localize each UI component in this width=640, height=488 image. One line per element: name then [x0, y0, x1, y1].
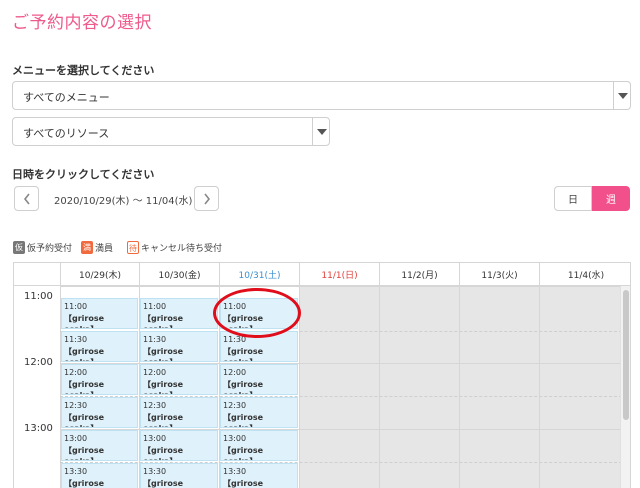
menu-select-value: すべてのメニュー	[23, 91, 110, 104]
chevron-down-icon	[613, 82, 630, 109]
page-title: ご予約内容の選択	[12, 13, 152, 33]
waitlist-badge: 待	[127, 240, 139, 254]
hour-label: 11:00	[24, 291, 53, 302]
time-slot[interactable]: 11:00【grirose osaka】	[61, 298, 138, 329]
tentative-badge: 仮	[13, 240, 25, 254]
time-slot[interactable]: 12:30【grirose osaka】	[61, 397, 138, 428]
day-column-1102	[379, 286, 459, 488]
day-view-toggle[interactable]: 日	[554, 186, 592, 211]
time-slot[interactable]: 12:30【grirose osaka】	[220, 397, 298, 428]
time-slot[interactable]: 13:00【grirose osaka】	[61, 430, 138, 461]
time-slot[interactable]: 13:30【grirose osaka】	[61, 463, 138, 488]
day-header: 11/3(火)	[459, 263, 539, 285]
chevron-down-icon	[312, 118, 329, 145]
hour-line	[60, 286, 630, 287]
chevron-right-icon	[203, 193, 210, 204]
day-header: 10/31(土)	[219, 263, 299, 285]
header-divider	[14, 285, 630, 286]
day-header: 10/29(木)	[60, 263, 139, 285]
prev-week-button[interactable]	[14, 186, 39, 211]
time-slot[interactable]: 13:30【grirose osaka】	[140, 463, 218, 488]
date-section-label: 日時をクリックしてください	[12, 168, 155, 181]
day-header: 10/30(金)	[139, 263, 219, 285]
resource-select-value: すべてのリソース	[23, 127, 110, 140]
day-header: 11/4(水)	[539, 263, 630, 285]
time-slot[interactable]: 13:00【grirose osaka】	[140, 430, 218, 461]
header-corner	[14, 263, 60, 285]
week-view-toggle[interactable]: 週	[592, 186, 630, 211]
next-week-button[interactable]	[194, 186, 219, 211]
menu-select[interactable]: すべてのメニュー	[12, 81, 631, 110]
legend-item-waitlist: 待 キャンセル待ち受付	[127, 240, 222, 254]
time-slot[interactable]: 12:00【grirose osaka】	[61, 364, 138, 395]
time-slot[interactable]: 12:30【grirose osaka】	[140, 397, 218, 428]
day-column-1104	[539, 286, 622, 488]
time-slot[interactable]: 12:00【grirose osaka】	[220, 364, 298, 395]
scroll-thumb[interactable]	[623, 290, 629, 420]
time-slot[interactable]: 12:00【grirose osaka】	[140, 364, 218, 395]
legend-item-full: 満 満員	[81, 240, 113, 254]
date-range: 2020/10/29(木) ～ 11/04(水)	[54, 196, 193, 207]
time-slot[interactable]: 13:30【grirose osaka】	[220, 463, 298, 488]
day-header: 11/1(日)	[299, 263, 379, 285]
legend-label: キャンセル待ち受付	[141, 243, 223, 254]
hour-label: 13:00	[24, 423, 53, 434]
day-column-1101	[299, 286, 379, 488]
time-column: 11:00 12:00 13:00	[14, 286, 60, 488]
hour-label: 12:00	[24, 357, 53, 368]
legend-item-tentative: 仮 仮予約受付	[13, 240, 72, 254]
time-slot[interactable]: 13:00【grirose osaka】	[220, 430, 298, 461]
chevron-left-icon	[23, 193, 30, 204]
calendar-scrollbar[interactable]	[620, 286, 630, 488]
resource-select[interactable]: すべてのリソース	[12, 117, 330, 146]
day-column-1103	[459, 286, 539, 488]
highlight-circle	[213, 288, 301, 338]
time-slot[interactable]: 11:30【grirose osaka】	[61, 331, 138, 362]
legend-label: 仮予約受付	[27, 243, 73, 254]
legend-label: 満員	[95, 243, 114, 254]
time-slot[interactable]: 11:00【grirose osaka】	[140, 298, 218, 329]
time-slot[interactable]: 11:30【grirose osaka】	[140, 331, 218, 362]
menu-section-label: メニューを選択してください	[12, 64, 155, 77]
full-badge: 満	[81, 240, 93, 254]
week-calendar: 11:00 12:00 13:00 10/29(木) 10/30(金) 10/3…	[13, 262, 631, 488]
day-header: 11/2(月)	[379, 263, 459, 285]
